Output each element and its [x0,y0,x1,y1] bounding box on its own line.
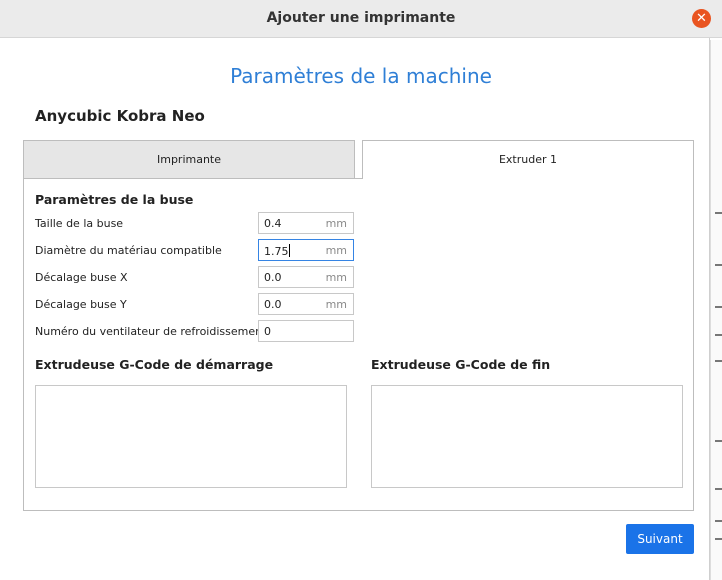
tab-printer[interactable]: Imprimante [23,140,355,179]
cooling-fan-number-label: Numéro du ventilateur de refroidissement [35,325,267,338]
filament-diameter-input[interactable]: 1.75 mm [258,239,354,261]
background-window-edge [710,40,722,580]
nozzle-offset-x-input[interactable]: 0.0 mm [258,266,354,288]
nozzle-offset-y-label: Décalage buse Y [35,298,127,311]
cooling-fan-number-input[interactable]: 0 [258,320,354,342]
nozzle-offset-x-value: 0.0 [264,271,282,284]
printer-name: Anycubic Kobra Neo [35,107,205,125]
add-printer-dialog: Ajouter une imprimante ✕ Paramètres de l… [0,0,722,580]
end-gcode-textarea[interactable] [371,385,683,488]
nozzle-size-unit: mm [325,217,347,230]
next-button[interactable]: Suivant [626,524,694,554]
title-bar: Ajouter une imprimante ✕ [0,0,722,38]
start-gcode-title: Extrudeuse G-Code de démarrage [35,357,274,372]
nozzle-section-title: Paramètres de la buse [35,192,194,207]
end-gcode-title: Extrudeuse G-Code de fin [371,357,551,372]
tab-extruder-1[interactable]: Extruder 1 [362,140,694,180]
nozzle-offset-y-unit: mm [325,298,347,311]
nozzle-offset-y-input[interactable]: 0.0 mm [258,293,354,315]
page-heading: Paramètres de la machine [230,64,492,88]
window-title: Ajouter une imprimante [266,10,456,26]
filament-diameter-value: 1.75 [264,245,289,258]
filament-diameter-label: Diamètre du matériau compatible [35,244,222,257]
nozzle-size-value: 0.4 [264,217,282,230]
filament-diameter-unit: mm [325,244,347,257]
nozzle-size-input[interactable]: 0.4 mm [258,212,354,234]
nozzle-offset-y-value: 0.0 [264,298,282,311]
nozzle-size-label: Taille de la buse [35,217,124,230]
cooling-fan-number-value: 0 [264,325,271,338]
nozzle-offset-x-label: Décalage buse X [35,271,128,284]
close-icon[interactable]: ✕ [692,9,711,28]
text-caret [288,244,290,257]
start-gcode-textarea[interactable] [35,385,347,488]
nozzle-offset-x-unit: mm [325,271,347,284]
